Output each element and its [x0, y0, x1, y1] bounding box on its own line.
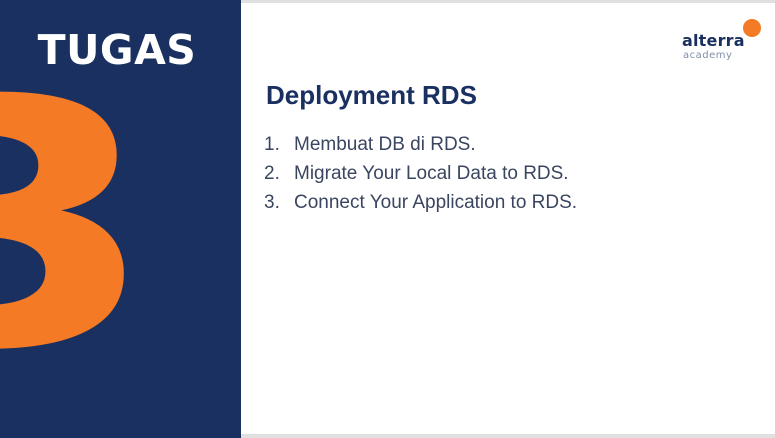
task-text: Connect Your Application to RDS. — [294, 192, 578, 213]
section-number: 3 — [0, 29, 157, 425]
logo-subtitle: academy — [683, 50, 733, 61]
task-number: 1. — [264, 134, 280, 155]
slide: TUGAS 3 alterra academy Deployment RDS 1… — [0, 0, 775, 438]
logo-name: alterra — [682, 31, 745, 50]
alterra-logo: alterra academy — [680, 18, 765, 68]
top-border — [241, 0, 775, 3]
task-number: 3. — [264, 192, 280, 213]
task-item: 1. Membuat DB di RDS. — [264, 130, 577, 159]
task-text: Migrate Your Local Data to RDS. — [294, 163, 569, 184]
logo-dot-icon — [743, 19, 761, 37]
section-panel: TUGAS 3 — [0, 0, 241, 438]
bottom-border — [241, 434, 775, 438]
task-item: 2. Migrate Your Local Data to RDS. — [264, 159, 577, 188]
slide-title: Deployment RDS — [266, 80, 477, 110]
task-list: 1. Membuat DB di RDS. 2. Migrate Your Lo… — [264, 130, 577, 217]
task-number: 2. — [264, 163, 280, 184]
section-number-text: 3 — [0, 29, 157, 425]
task-text: Membuat DB di RDS. — [294, 134, 476, 155]
task-item: 3. Connect Your Application to RDS. — [264, 188, 577, 217]
